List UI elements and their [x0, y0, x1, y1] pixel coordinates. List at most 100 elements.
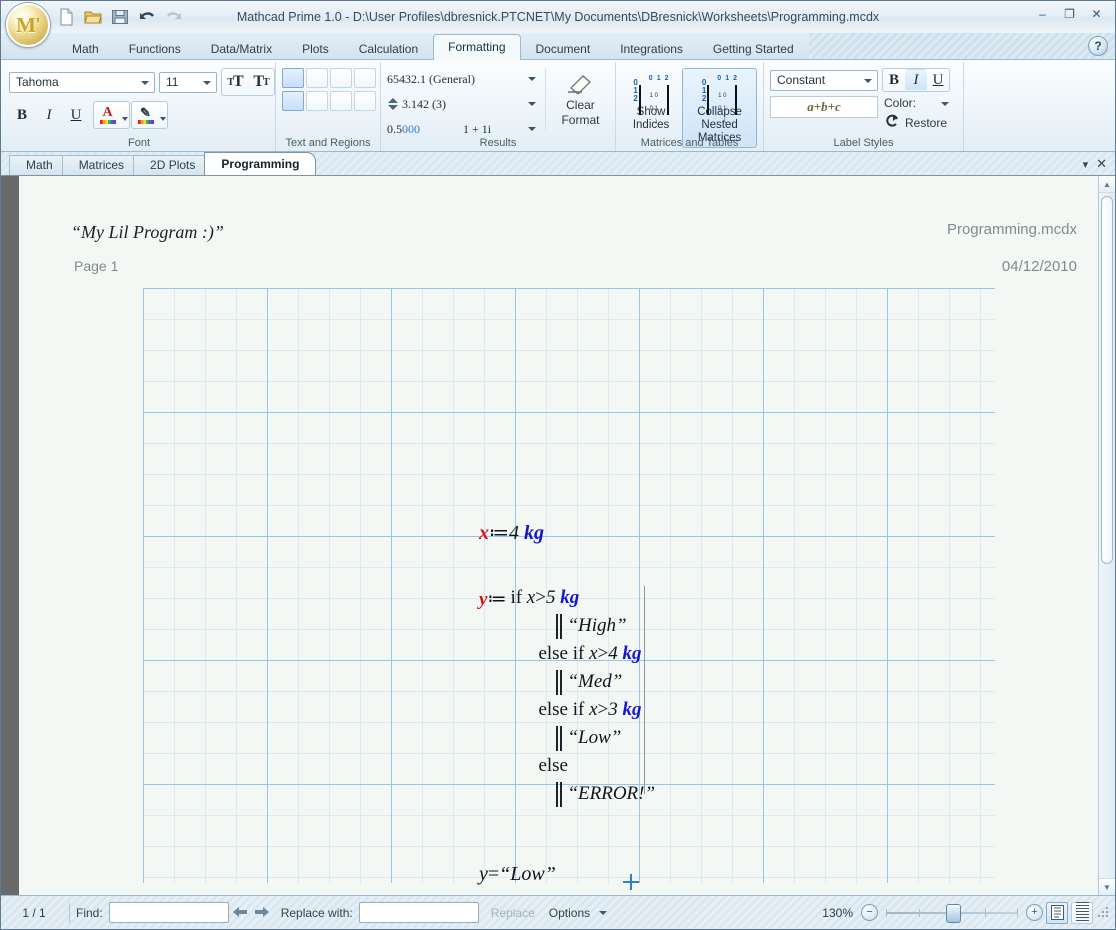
- program-elseif-1-cmp: >: [598, 640, 609, 668]
- ribbon-tab-functions[interactable]: Functions: [114, 38, 196, 60]
- restore-button[interactable]: Restore: [884, 114, 952, 131]
- program-line-med: “Med”: [510, 668, 655, 696]
- ribbon-tab-integrations[interactable]: Integrations: [605, 38, 698, 60]
- bold-button[interactable]: B: [9, 102, 35, 128]
- program-if-var: x: [527, 584, 535, 612]
- replace-button[interactable]: Replace: [491, 906, 535, 920]
- worksheet-date: 04/12/2010: [1002, 258, 1077, 275]
- ribbon-tab-data-matrix[interactable]: Data/Matrix: [196, 38, 287, 60]
- label-bold-button[interactable]: B: [883, 69, 905, 91]
- open-icon[interactable]: [84, 8, 102, 26]
- math-region-program[interactable]: y≔ if x>5 kg “High” else if x>4 kg: [479, 584, 655, 808]
- worksheet-page[interactable]: “My Lil Program :)” Programming.mcdx Pag…: [19, 176, 1115, 895]
- precision-spinner-icon[interactable]: [387, 98, 398, 110]
- number-format-dropdown[interactable]: 65432.1 (General): [387, 68, 539, 90]
- imaginary-unit-value: 1 + 1i: [463, 122, 525, 137]
- mathcad-logo-orb[interactable]: M': [6, 3, 50, 47]
- minimize-button[interactable]: –: [1030, 5, 1055, 22]
- label-underline-button[interactable]: U: [927, 69, 949, 91]
- page-count-indicator: 1 / 1: [5, 906, 63, 920]
- ribbon-tab-bar: Math Functions Data/Matrix Plots Calcula…: [1, 33, 1115, 60]
- worksheet-tab-math[interactable]: Math: [9, 155, 70, 175]
- numbered-list-button[interactable]: [306, 68, 328, 88]
- program-elseif-2-var: x: [589, 696, 597, 724]
- zoom-slider-thumb[interactable]: [946, 904, 961, 923]
- math-region-evaluation[interactable]: y=“Low”: [479, 863, 556, 886]
- worksheet-tab-2d-plots[interactable]: 2D Plots: [133, 155, 212, 175]
- nested-matrix-icon: 012 012 1 00 1 \: [702, 72, 737, 106]
- vertical-scroll-thumb[interactable]: [1101, 196, 1113, 564]
- highlight-color-button[interactable]: ✎: [132, 102, 159, 128]
- ribbon-tab-math[interactable]: Math: [57, 38, 114, 60]
- zoom-level-label: 130%: [822, 906, 853, 920]
- ribbon-tab-getting-started[interactable]: Getting Started: [698, 38, 809, 60]
- font-size-combo[interactable]: 11: [159, 72, 217, 93]
- scroll-down-arrow-icon[interactable]: ▼: [1099, 878, 1115, 895]
- ribbon-panel: Tahoma 11 TT TT: [1, 60, 1115, 152]
- label-style-combo[interactable]: Constant: [770, 70, 878, 91]
- worksheet-tab-matrices[interactable]: Matrices: [62, 155, 141, 175]
- close-button[interactable]: ✕: [1084, 5, 1109, 22]
- zoom-out-button[interactable]: −: [861, 904, 878, 921]
- find-input[interactable]: [109, 902, 229, 923]
- show-indices-button[interactable]: 012 012 1 00 1 \ Show Indices: [622, 68, 680, 135]
- find-label: Find:: [76, 906, 103, 920]
- find-previous-icon[interactable]: [229, 905, 251, 921]
- collapse-nested-matrices-button[interactable]: 012 012 1 00 1 \ Collapse Nested Matrice…: [682, 68, 757, 148]
- align-center-button[interactable]: [306, 91, 328, 111]
- highlight-chevron-down-icon[interactable]: [159, 102, 167, 128]
- program-keyword-else: else: [538, 752, 568, 780]
- draft-lines-icon: [1076, 902, 1089, 923]
- italic-button[interactable]: I: [36, 102, 62, 128]
- zoom-tick: [919, 909, 920, 917]
- maximize-button[interactable]: ❐: [1057, 5, 1082, 22]
- chevron-down-icon: [525, 102, 539, 106]
- scroll-up-arrow-icon[interactable]: ▲: [1099, 176, 1115, 193]
- worksheet-close-icon[interactable]: ✕: [1096, 156, 1107, 172]
- increase-font-size-icon[interactable]: TT: [222, 69, 248, 95]
- zoom-slider[interactable]: [886, 904, 1018, 922]
- group-label-label-styles: Label Styles: [764, 137, 963, 149]
- ribbon-tab-calculation[interactable]: Calculation: [344, 38, 433, 60]
- worksheet-tab-programming[interactable]: Programming: [204, 152, 316, 175]
- label-italic-button[interactable]: I: [905, 69, 927, 91]
- replace-input[interactable]: [359, 902, 479, 923]
- clear-format-button[interactable]: Clear Format: [552, 68, 609, 127]
- program-elseif-2-unit: kg: [623, 696, 642, 724]
- replace-with-label: Replace with:: [281, 906, 353, 920]
- find-next-icon[interactable]: [251, 905, 273, 921]
- text-color-button[interactable]: A: [94, 102, 121, 128]
- options-button[interactable]: Options: [549, 906, 590, 920]
- underline-button[interactable]: U: [63, 102, 89, 128]
- vertical-scrollbar[interactable]: ▲ ▼: [1098, 176, 1115, 895]
- worksheet-collapse-icon[interactable]: ▾: [1083, 158, 1089, 171]
- worksheet-title-text[interactable]: “My Lil Program :)”: [71, 222, 224, 243]
- increase-indent-button[interactable]: [354, 68, 376, 88]
- label-color-dropdown[interactable]: Color:: [884, 96, 952, 110]
- options-chevron-down-icon[interactable]: [598, 908, 610, 917]
- precision-dropdown[interactable]: 3.142 (3): [387, 93, 539, 115]
- undo-icon[interactable]: [138, 8, 156, 26]
- font-family-combo[interactable]: Tahoma: [9, 72, 155, 93]
- worksheet-file-name: Programming.mcdx: [947, 221, 1077, 238]
- help-icon[interactable]: ?: [1088, 36, 1108, 56]
- math-region-assignment[interactable]: x≔4 kg: [479, 520, 544, 545]
- resize-grip-icon[interactable]: [1097, 906, 1111, 920]
- save-icon[interactable]: [111, 8, 129, 26]
- zoom-in-button[interactable]: +: [1026, 904, 1043, 921]
- group-label-text-regions: Text and Regions: [276, 137, 380, 149]
- zoom-tick: [985, 909, 986, 917]
- bulleted-list-button[interactable]: [282, 68, 304, 88]
- decrease-font-size-icon[interactable]: TT: [248, 69, 274, 95]
- text-color-chevron-down-icon[interactable]: [121, 102, 129, 128]
- justify-button[interactable]: [354, 91, 376, 111]
- ribbon-tab-plots[interactable]: Plots: [287, 38, 344, 60]
- ribbon-tab-document[interactable]: Document: [521, 38, 606, 60]
- ribbon-tab-formatting[interactable]: Formatting: [433, 34, 520, 60]
- page-view-icon[interactable]: [1046, 902, 1068, 924]
- draft-view-icon[interactable]: [1071, 902, 1093, 924]
- new-icon[interactable]: [57, 8, 75, 26]
- align-left-button[interactable]: [282, 91, 304, 111]
- align-right-button[interactable]: [330, 91, 352, 111]
- decrease-indent-button[interactable]: [330, 68, 352, 88]
